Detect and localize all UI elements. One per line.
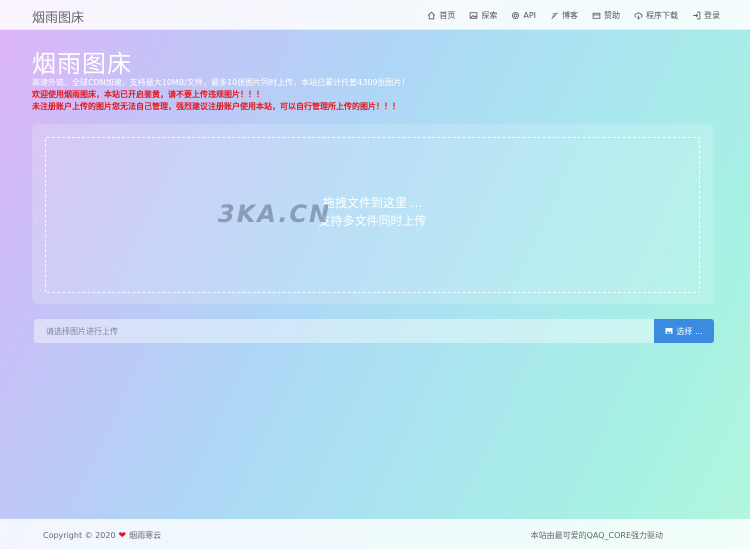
register-notice: 未注册账户上传的图片您无法自己管理，强烈建议注册账户使用本站，可以自行管理所上传… — [32, 102, 400, 111]
nav-api-label: API — [523, 10, 536, 20]
nav-login-label: 登录 — [704, 10, 720, 20]
nav-download[interactable]: 程序下载 — [634, 10, 678, 21]
card-icon — [592, 12, 601, 19]
nav-api[interactable]: API — [511, 11, 536, 20]
page-title: 烟雨图床 — [32, 50, 132, 78]
nav-login[interactable]: 登录 — [692, 10, 720, 21]
image-icon — [665, 328, 673, 334]
nav-blog-label: 博客 — [562, 10, 578, 20]
top-navbar: 烟雨图床 首页 探索 API 博客 赞助 程序下载 登录 — [0, 0, 750, 30]
choose-file-button[interactable]: 选择 ... — [654, 319, 714, 343]
copyright-owner[interactable]: 烟雨寒云 — [129, 530, 161, 541]
file-dropzone[interactable]: 拖拽文件到这里 ... 支持多文件同时上传 — [45, 137, 700, 293]
dropzone-hint: 拖拽文件到这里 ... — [322, 196, 423, 210]
watermark-logo: 3KA.CN — [218, 200, 332, 228]
nav-blog[interactable]: 博客 — [550, 10, 578, 21]
upload-panel: 拖拽文件到这里 ... 支持多文件同时上传 — [33, 125, 713, 303]
nav-sponsor-label: 赞助 — [604, 10, 620, 20]
copyright-text: Copyright © 2020 — [43, 531, 116, 540]
main-nav: 首页 探索 API 博客 赞助 程序下载 登录 — [413, 0, 720, 30]
nav-explore[interactable]: 探索 — [469, 10, 497, 21]
home-icon — [428, 10, 436, 19]
feather-icon — [551, 11, 558, 19]
cloud-download-icon — [634, 11, 643, 20]
brand-logo[interactable]: 烟雨图床 — [32, 7, 84, 26]
nav-sponsor[interactable]: 赞助 — [592, 10, 620, 21]
site-description: 高速外链、全球CDN加速，支持最大10MB/文件，最多10张图片同时上传，本站已… — [32, 78, 410, 87]
gear-icon — [512, 11, 520, 19]
file-path-input[interactable] — [34, 319, 655, 343]
heart-icon: ❤ — [118, 530, 127, 541]
choose-file-label: 选择 ... — [676, 326, 703, 336]
image-icon — [470, 11, 478, 19]
copyright: Copyright © 2020 ❤ 烟雨寒云 — [43, 530, 161, 541]
nav-explore-label: 探索 — [481, 10, 498, 20]
powered-by: 本站由最可爱的QAQ_CORE强力驱动 — [530, 531, 663, 540]
nav-home-label: 首页 — [439, 10, 456, 20]
nav-home[interactable]: 首页 — [427, 10, 455, 21]
dropzone-subhint: 支持多文件同时上传 — [318, 214, 427, 228]
login-icon — [693, 11, 701, 19]
nav-download-label: 程序下载 — [646, 10, 678, 20]
warning-notice: 欢迎使用烟雨图床，本站已开启鉴黄，请不要上传违规图片！！！ — [32, 90, 264, 99]
footer: Copyright © 2020 ❤ 烟雨寒云 本站由最可爱的QAQ_CORE强… — [0, 519, 750, 549]
